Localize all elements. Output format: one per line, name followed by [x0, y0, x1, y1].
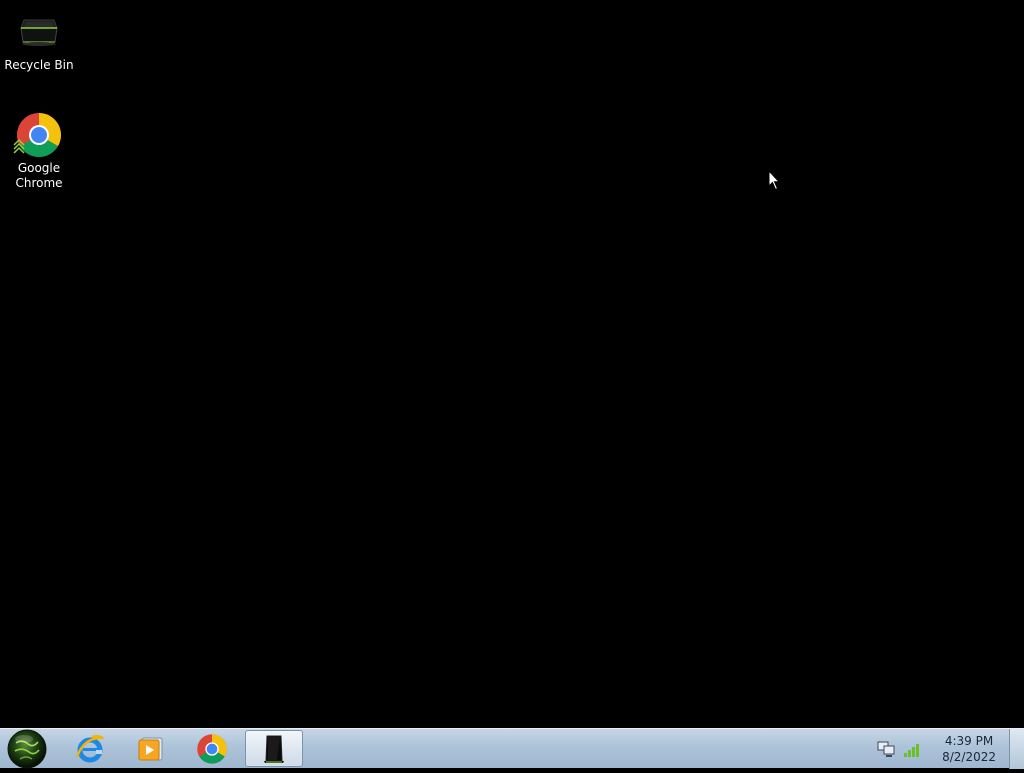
system-clock[interactable]: 4:39 PM 8/2/2022 — [942, 733, 996, 765]
taskbar-internet-explorer-button[interactable] — [61, 730, 119, 767]
taskbar: 4:39 PM 8/2/2022 — [0, 728, 1024, 769]
recycle-bin-icon — [264, 735, 284, 763]
desktop-icon-google-chrome[interactable]: Google Chrome — [1, 111, 77, 191]
start-orb-icon — [7, 729, 47, 769]
shortcut-arrow-icon — [13, 138, 25, 154]
network-icon[interactable] — [876, 740, 896, 758]
desktop: Recycle Bin Google Chrome — [0, 0, 1024, 728]
taskbar-chrome-button[interactable] — [183, 730, 241, 767]
recycle-bin-icon — [15, 8, 63, 56]
desktop-icon-label: Google Chrome — [15, 161, 63, 190]
start-button[interactable] — [2, 729, 52, 769]
taskbar-media-player-button[interactable] — [122, 730, 180, 767]
chrome-icon — [197, 733, 227, 764]
system-tray: 4:39 PM 8/2/2022 — [876, 729, 996, 769]
clock-time: 4:39 PM — [944, 734, 994, 748]
signal-bars-icon[interactable] — [902, 740, 922, 758]
media-player-icon — [138, 737, 163, 760]
chrome-icon — [13, 111, 63, 159]
taskbar-recycle-bin-button[interactable] — [245, 730, 303, 767]
desktop-icon-recycle-bin[interactable]: Recycle Bin — [1, 8, 77, 73]
mouse-cursor-icon — [768, 169, 782, 192]
desktop-icon-label: Recycle Bin — [4, 58, 74, 72]
show-desktop-button[interactable] — [1009, 729, 1024, 769]
clock-date: 8/2/2022 — [942, 750, 996, 764]
internet-explorer-icon — [75, 734, 104, 762]
